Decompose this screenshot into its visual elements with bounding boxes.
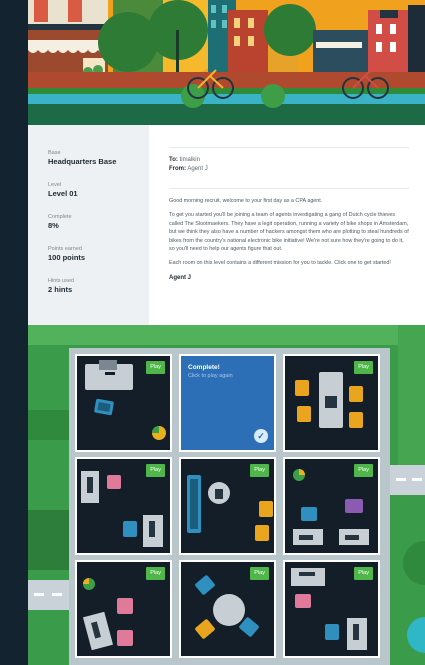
stat-points-value: 100 points (48, 253, 86, 262)
room-card[interactable]: Play (75, 457, 172, 555)
stat-base-label: Base (48, 150, 61, 156)
stat-complete-label: Complete (48, 214, 72, 220)
play-button[interactable]: Play (146, 567, 165, 580)
room-card[interactable]: Play (75, 354, 172, 452)
to-value: timalkin (179, 157, 200, 163)
stat-hints: Hints used 2 hints (48, 277, 149, 295)
room-card[interactable]: Play (75, 560, 172, 658)
play-button[interactable]: Play (354, 361, 373, 374)
stat-complete: Complete 8% (48, 213, 149, 231)
message-paragraph-2: To get you started you'll be joining a t… (169, 212, 409, 253)
stat-points-label: Points earned (48, 246, 82, 252)
divider (169, 147, 409, 148)
stat-level-label: Level (48, 182, 62, 188)
room-card[interactable]: Play (283, 457, 380, 555)
message-paragraph-3: Each room on this level contains a diffe… (169, 260, 391, 267)
stat-hints-label: Hints used (48, 278, 74, 284)
stat-level-value: Level 01 (48, 189, 78, 198)
mission-stats-panel: Base Headquarters Base Level Level 01 Co… (28, 125, 149, 325)
check-icon: ✓ (254, 429, 268, 443)
stat-base: Base Headquarters Base (48, 149, 149, 167)
room-card-complete[interactable]: Complete! Click to play again ✓ (179, 354, 276, 452)
play-button[interactable]: Play (250, 567, 269, 580)
play-button[interactable]: Play (146, 464, 165, 477)
message-from: From: Agent J (169, 165, 409, 174)
stat-points: Points earned 100 points (48, 245, 149, 263)
briefing-message: To: timalkin From: Agent J Good morning … (149, 125, 425, 325)
rooms-grid: Play Complete! Click to play again ✓ Pla… (69, 348, 390, 665)
stat-level: Level Level 01 (48, 181, 149, 199)
to-label: To: (169, 157, 178, 163)
stat-base-value: Headquarters Base (48, 157, 117, 166)
stat-complete-value: 8% (48, 221, 59, 230)
message-to: To: timalkin (169, 156, 409, 165)
hero-illustration (28, 0, 425, 125)
complete-title: Complete! (188, 364, 220, 371)
canal-street-illustration (28, 0, 425, 125)
message-signature: Agent J (169, 274, 192, 281)
room-card[interactable]: Play (283, 560, 380, 658)
room-card[interactable]: Play (179, 560, 276, 658)
from-value: Agent J (187, 166, 208, 172)
divider (169, 188, 409, 189)
from-label: From: (169, 166, 186, 172)
left-rail (0, 0, 28, 665)
message-paragraph-1: Good morning recruit, welcome to your fi… (169, 198, 323, 204)
play-button[interactable]: Play (250, 464, 269, 477)
play-button[interactable]: Play (146, 361, 165, 374)
level-map: Play Complete! Click to play again ✓ Pla… (28, 325, 425, 665)
message-header: To: timalkin From: Agent J (169, 156, 409, 174)
play-button[interactable]: Play (354, 567, 373, 580)
room-card[interactable]: Play (179, 457, 276, 555)
play-again-link[interactable]: Click to play again (188, 373, 233, 379)
room-card[interactable]: Play (283, 354, 380, 452)
stat-hints-value: 2 hints (48, 285, 73, 294)
play-button[interactable]: Play (354, 464, 373, 477)
